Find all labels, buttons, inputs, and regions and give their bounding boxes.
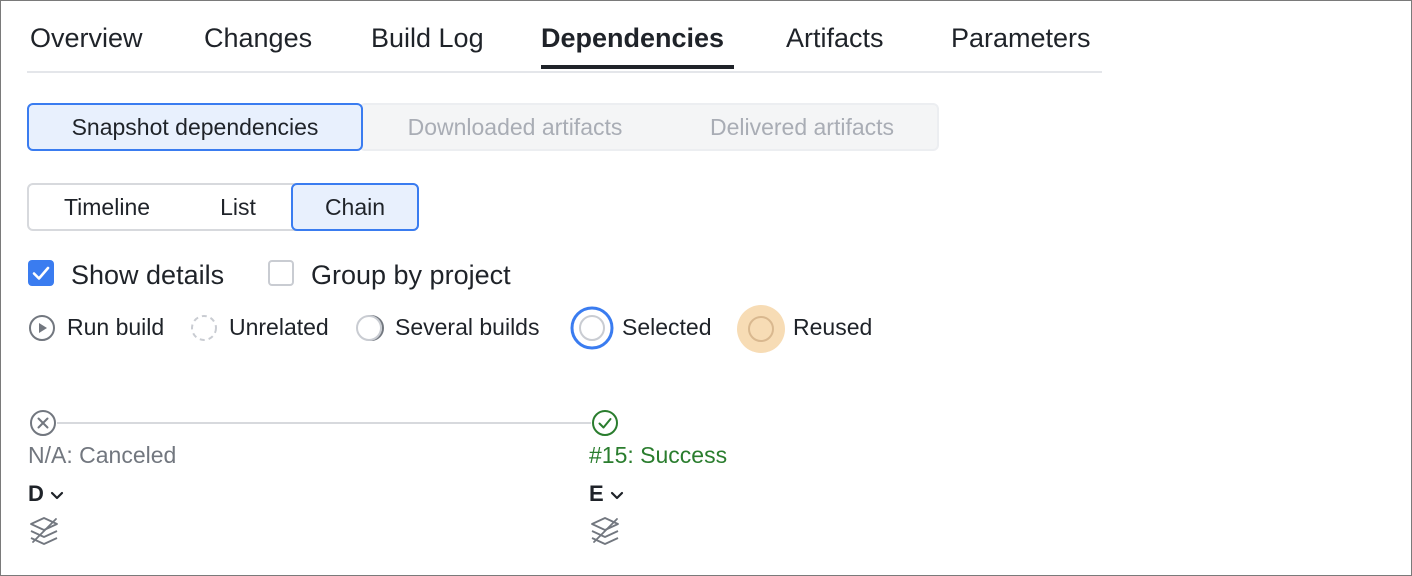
show-details-label[interactable]: Show details bbox=[71, 260, 224, 291]
reused-circle-icon bbox=[737, 305, 785, 353]
legend-several-builds-label: Several builds bbox=[395, 314, 540, 340]
group-by-project-checkbox[interactable] bbox=[268, 260, 294, 286]
dashed-circle-icon bbox=[191, 315, 217, 341]
build-d-name[interactable]: D bbox=[28, 481, 64, 507]
downloaded-artifacts-button[interactable]: Downloaded artifacts bbox=[365, 105, 665, 149]
tab-changes[interactable]: Changes bbox=[204, 23, 312, 54]
build-d-label: D bbox=[28, 481, 44, 506]
build-e-name[interactable]: E bbox=[589, 481, 624, 507]
tab-overview[interactable]: Overview bbox=[30, 23, 143, 54]
success-status-icon bbox=[592, 410, 618, 436]
tab-bar: Overview Changes Build Log Dependencies … bbox=[27, 1, 1102, 73]
show-details-checkbox[interactable] bbox=[28, 260, 54, 286]
chain-view-button[interactable]: Chain bbox=[291, 183, 419, 231]
layers-icon[interactable] bbox=[589, 515, 621, 547]
legend-run-build-label: Run build bbox=[67, 314, 165, 340]
selected-ring-icon bbox=[570, 306, 614, 350]
stacked-circle-icon bbox=[356, 315, 384, 341]
play-circle-icon bbox=[29, 315, 55, 341]
layers-icon[interactable] bbox=[28, 515, 60, 547]
build-e-status[interactable]: #15: Success bbox=[589, 442, 727, 469]
legend-reused-label: Reused bbox=[793, 314, 873, 340]
tab-parameters[interactable]: Parameters bbox=[951, 23, 1091, 54]
tab-build-log[interactable]: Build Log bbox=[371, 23, 484, 54]
chevron-down-icon bbox=[50, 491, 63, 500]
active-tab-indicator bbox=[541, 65, 734, 69]
chevron-down-icon bbox=[610, 491, 623, 500]
legend-unrelated-label: Unrelated bbox=[229, 314, 329, 340]
timeline-view-button[interactable]: Timeline bbox=[31, 185, 183, 229]
legend-selected-label: Selected bbox=[622, 314, 712, 340]
dependencies-panel: Overview Changes Build Log Dependencies … bbox=[0, 0, 1412, 576]
delivered-artifacts-button[interactable]: Delivered artifacts bbox=[667, 105, 937, 149]
tab-dependencies[interactable]: Dependencies bbox=[541, 23, 724, 54]
build-e-label: E bbox=[589, 481, 604, 506]
build-d-status[interactable]: N/A: Canceled bbox=[28, 442, 176, 469]
snapshot-dependencies-button[interactable]: Snapshot dependencies bbox=[27, 103, 363, 151]
chain-connector bbox=[57, 422, 591, 424]
group-by-project-label[interactable]: Group by project bbox=[311, 260, 511, 291]
canceled-status-icon bbox=[30, 410, 56, 436]
list-view-button[interactable]: List bbox=[185, 185, 291, 229]
checkmark-icon bbox=[32, 266, 50, 280]
tab-artifacts[interactable]: Artifacts bbox=[786, 23, 884, 54]
